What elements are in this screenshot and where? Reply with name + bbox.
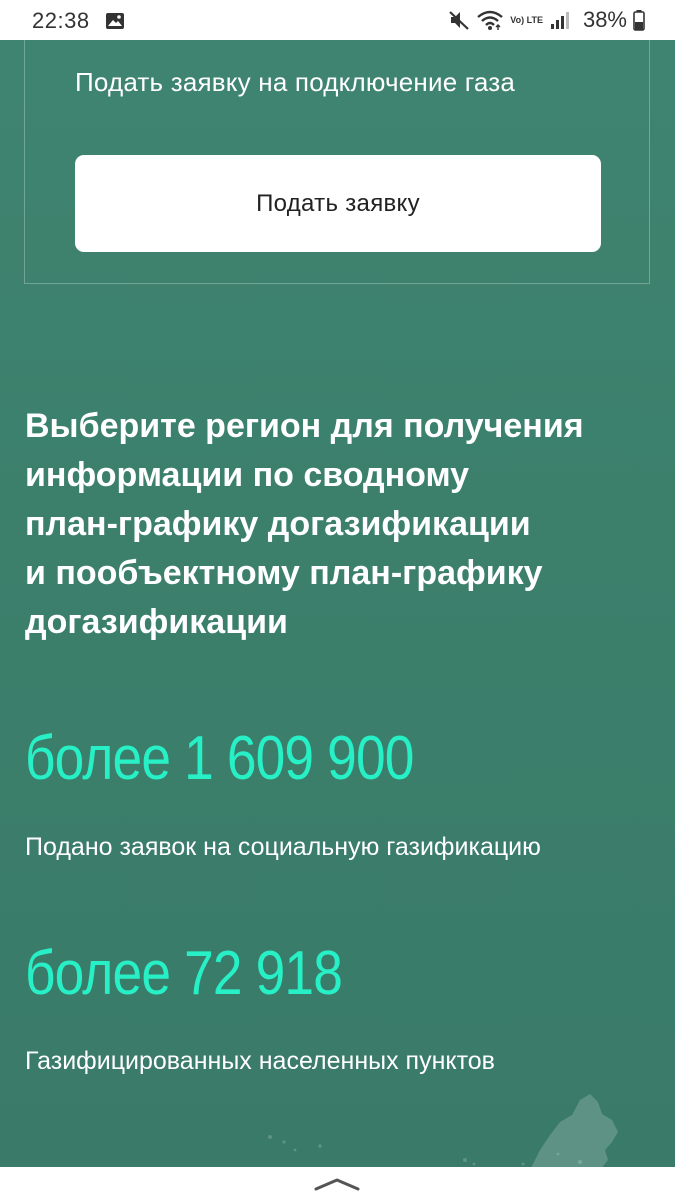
applications-count: более 1 609 900	[25, 724, 414, 793]
gasified-settlements-count: более 72 918	[25, 939, 343, 1008]
status-bar: 22:38 Vo) LTE 38%	[0, 0, 675, 40]
region-heading-line: догазификации	[25, 603, 288, 641]
region-heading-line: план-графику догазификации	[25, 505, 531, 543]
status-time: 22:38	[32, 8, 90, 33]
signal-icon	[549, 9, 571, 31]
status-icons: Vo) LTE 38%	[448, 7, 645, 33]
battery-icon	[633, 9, 645, 31]
applications-caption: Подано заявок на социальную газификацию	[25, 833, 541, 861]
card-title: Подать заявку на подключение газа	[75, 67, 516, 97]
wifi-icon	[476, 9, 504, 31]
submit-application-button[interactable]: Подать заявку	[75, 155, 601, 252]
map-decoration	[268, 1094, 618, 1167]
gasified-settlements-caption: Газифицированных населенных пунктов	[25, 1047, 495, 1075]
lte-icon: Vo) LTE	[510, 15, 543, 25]
page-content: Подать заявку на подключение газа Подать…	[0, 40, 675, 1167]
region-heading-line: Выберите регион для получения	[25, 407, 584, 445]
region-heading[interactable]: Выберите регион для получения информации…	[25, 402, 645, 647]
region-heading-line: и пообъектному план-графику	[25, 554, 543, 592]
chevron-up-icon[interactable]	[314, 1177, 360, 1196]
system-nav-bar	[0, 1167, 675, 1200]
mute-icon	[448, 9, 470, 31]
region-heading-line: информации по сводному	[25, 456, 470, 494]
gallery-icon	[105, 10, 125, 36]
battery-percent: 38%	[582, 7, 627, 32]
